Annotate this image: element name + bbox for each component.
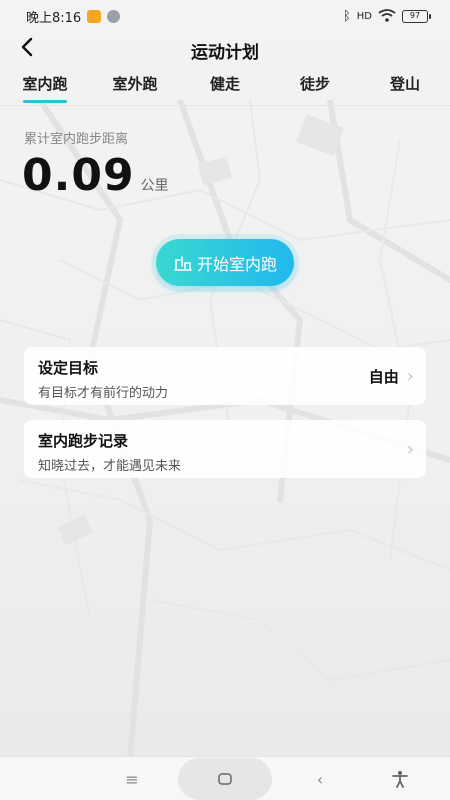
records-card[interactable]: 室内跑步记录 知晓过去，才能遇见未来 ›	[24, 420, 426, 478]
records-subtitle: 知晓过去，才能遇见未来	[38, 459, 182, 474]
distance-label: 累计室内跑步距离	[24, 132, 129, 147]
bluetooth-icon: ᛒ	[342, 8, 351, 24]
tab-walk[interactable]: 健走	[180, 70, 270, 105]
treadmill-icon	[174, 255, 192, 271]
page-title: 运动计划	[191, 42, 259, 63]
signal-icon: HD	[356, 10, 372, 22]
system-nav-bar: ≡ ‹	[0, 756, 450, 800]
distance-value: 0.09	[22, 150, 135, 201]
header: 运动计划	[0, 32, 450, 68]
chevron-right-icon: ›	[406, 438, 414, 460]
back-arrow-icon[interactable]	[20, 35, 50, 65]
back-icon[interactable]: ‹	[300, 757, 340, 800]
wifi-icon	[378, 9, 396, 22]
home-icon[interactable]	[178, 758, 272, 800]
records-title: 室内跑步记录	[38, 432, 129, 450]
goal-card[interactable]: 设定目标 有目标才有前行的动力 自由 ›	[24, 347, 426, 405]
distance-unit: 公里	[140, 178, 169, 194]
chevron-right-icon: ›	[406, 365, 414, 387]
tab-climb[interactable]: 登山	[360, 70, 450, 105]
tab-outdoor-run[interactable]: 室外跑	[90, 70, 180, 105]
accessibility-icon[interactable]	[380, 757, 420, 800]
sport-tabs: 室内跑 室外跑 健走 徒步 登山	[0, 70, 450, 106]
menu-icon[interactable]: ≡	[112, 757, 152, 800]
goal-subtitle: 有目标才有前行的动力	[38, 386, 169, 401]
status-bar: 晚上8:16 ᛒ HD 97	[0, 0, 450, 32]
battery-icon: 97	[402, 9, 431, 23]
tab-hike[interactable]: 徒步	[270, 70, 360, 105]
tab-indoor-run[interactable]: 室内跑	[0, 70, 90, 105]
start-indoor-run-button[interactable]: 开始室内跑	[156, 239, 294, 286]
message-icon	[87, 9, 102, 23]
start-button-label: 开始室内跑	[196, 254, 277, 274]
distance-display: 0.09 公里	[22, 150, 169, 201]
face-icon	[107, 9, 121, 23]
status-time: 晚上8:16	[26, 10, 82, 26]
goal-value: 自由	[368, 367, 399, 386]
goal-title: 设定目标	[38, 359, 99, 377]
